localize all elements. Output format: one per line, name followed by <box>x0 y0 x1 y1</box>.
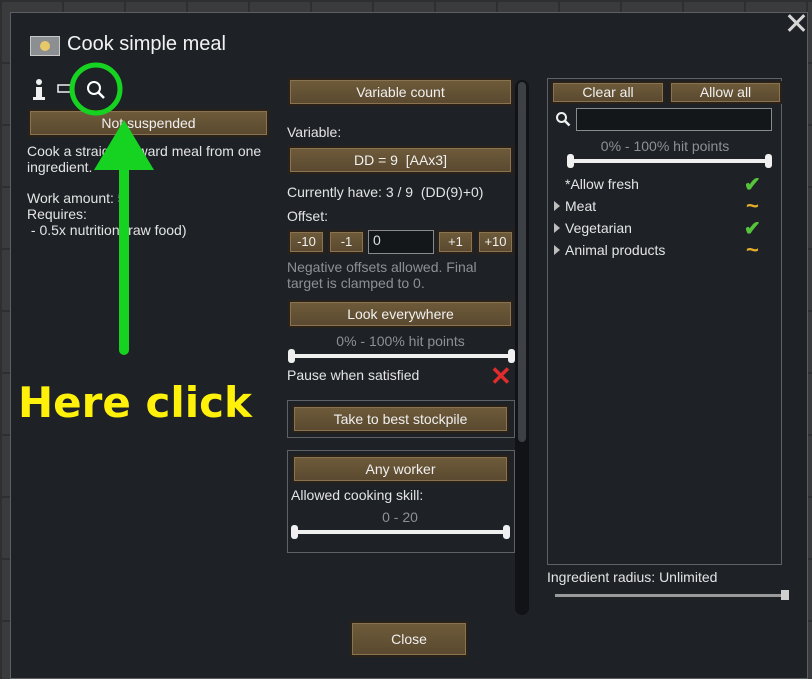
stockpile-button[interactable]: Take to best stockpile <box>292 405 509 433</box>
filter-max-handle[interactable] <box>765 154 772 168</box>
offset-plus-1-button[interactable]: +1 <box>437 230 474 254</box>
close-icon[interactable] <box>786 12 806 34</box>
hit-points-min-handle[interactable] <box>288 349 295 363</box>
hit-points-slider[interactable] <box>290 354 514 358</box>
offset-minus-10-button[interactable]: -10 <box>288 230 325 254</box>
skill-label: Allowed cooking skill: <box>291 487 424 503</box>
skill-slider[interactable] <box>294 530 508 534</box>
skill-max-handle[interactable] <box>503 525 510 539</box>
ingredient-radius-handle[interactable] <box>781 590 789 600</box>
filter-search-input[interactable] <box>576 108 772 131</box>
scrollbar-thumb[interactable] <box>518 82 526 442</box>
partial-tilde-icon[interactable]: ~ <box>746 237 759 263</box>
variable-label: Variable: <box>287 124 342 140</box>
close-button[interactable]: Close <box>350 621 468 657</box>
pause-checkbox-x-icon[interactable]: ✕ <box>490 363 512 389</box>
offset-plus-10-button[interactable]: +10 <box>477 230 514 254</box>
info-icon[interactable] <box>30 78 48 102</box>
requirement-item: - 0.5x nutrition (raw food) <box>27 222 187 238</box>
filter-hit-points-slider[interactable] <box>570 159 770 163</box>
meal-icon <box>30 36 60 56</box>
requires-label: Requires: <box>27 206 87 222</box>
ingredient-radius-slider[interactable] <box>555 594 785 597</box>
allow-all-button[interactable]: Allow all <box>669 81 782 104</box>
expand-arrow-icon[interactable] <box>554 201 560 211</box>
magnifier-icon[interactable] <box>86 80 106 100</box>
skill-range-label: 0 - 20 <box>382 509 418 525</box>
offset-label: Offset: <box>287 208 328 224</box>
ingredient-radius-label: Ingredient radius: Unlimited <box>547 569 718 585</box>
search-icon <box>556 112 571 127</box>
recipe-description: Cook a straightforward meal from one ing… <box>27 143 262 175</box>
variable-count-button[interactable]: Variable count <box>288 78 513 106</box>
filter-item-vegetarian[interactable]: Vegetarian <box>565 220 632 236</box>
dialog-title: Cook simple meal <box>67 33 226 55</box>
filter-item-meat[interactable]: Meat <box>565 198 596 214</box>
middle-scrollbar[interactable] <box>515 80 529 615</box>
expand-arrow-icon[interactable] <box>554 223 560 233</box>
skill-min-handle[interactable] <box>291 525 298 539</box>
look-everywhere-button[interactable]: Look everywhere <box>288 300 513 328</box>
hit-points-range-label: 0% - 100% hit points <box>336 333 465 349</box>
expand-arrow-icon[interactable] <box>554 245 560 255</box>
filter-item-animal-products[interactable]: Animal products <box>565 242 665 258</box>
offset-input[interactable]: 0 <box>368 230 434 254</box>
filter-item-allow-fresh[interactable]: *Allow fresh <box>565 176 639 192</box>
annotation-hint-text: Here click <box>18 378 252 427</box>
offset-minus-1-button[interactable]: -1 <box>328 230 365 254</box>
work-amount: Work amount: 5 <box>27 190 126 206</box>
offset-note: Negative offsets allowed. Final target i… <box>287 259 477 291</box>
filter-hit-points-label: 0% - 100% hit points <box>600 138 730 154</box>
currently-have: Currently have: 3 / 9 (DD(9)+0) <box>287 184 484 200</box>
pause-label: Pause when satisfied <box>287 367 420 383</box>
clear-all-button[interactable]: Clear all <box>551 81 665 104</box>
variable-select-button[interactable]: DD = 9 [AAx3] <box>288 146 513 174</box>
suspend-button[interactable]: Not suspended <box>28 109 269 137</box>
rename-icon[interactable] <box>57 82 77 96</box>
worker-button[interactable]: Any worker <box>292 455 509 483</box>
filter-min-handle[interactable] <box>567 154 574 168</box>
